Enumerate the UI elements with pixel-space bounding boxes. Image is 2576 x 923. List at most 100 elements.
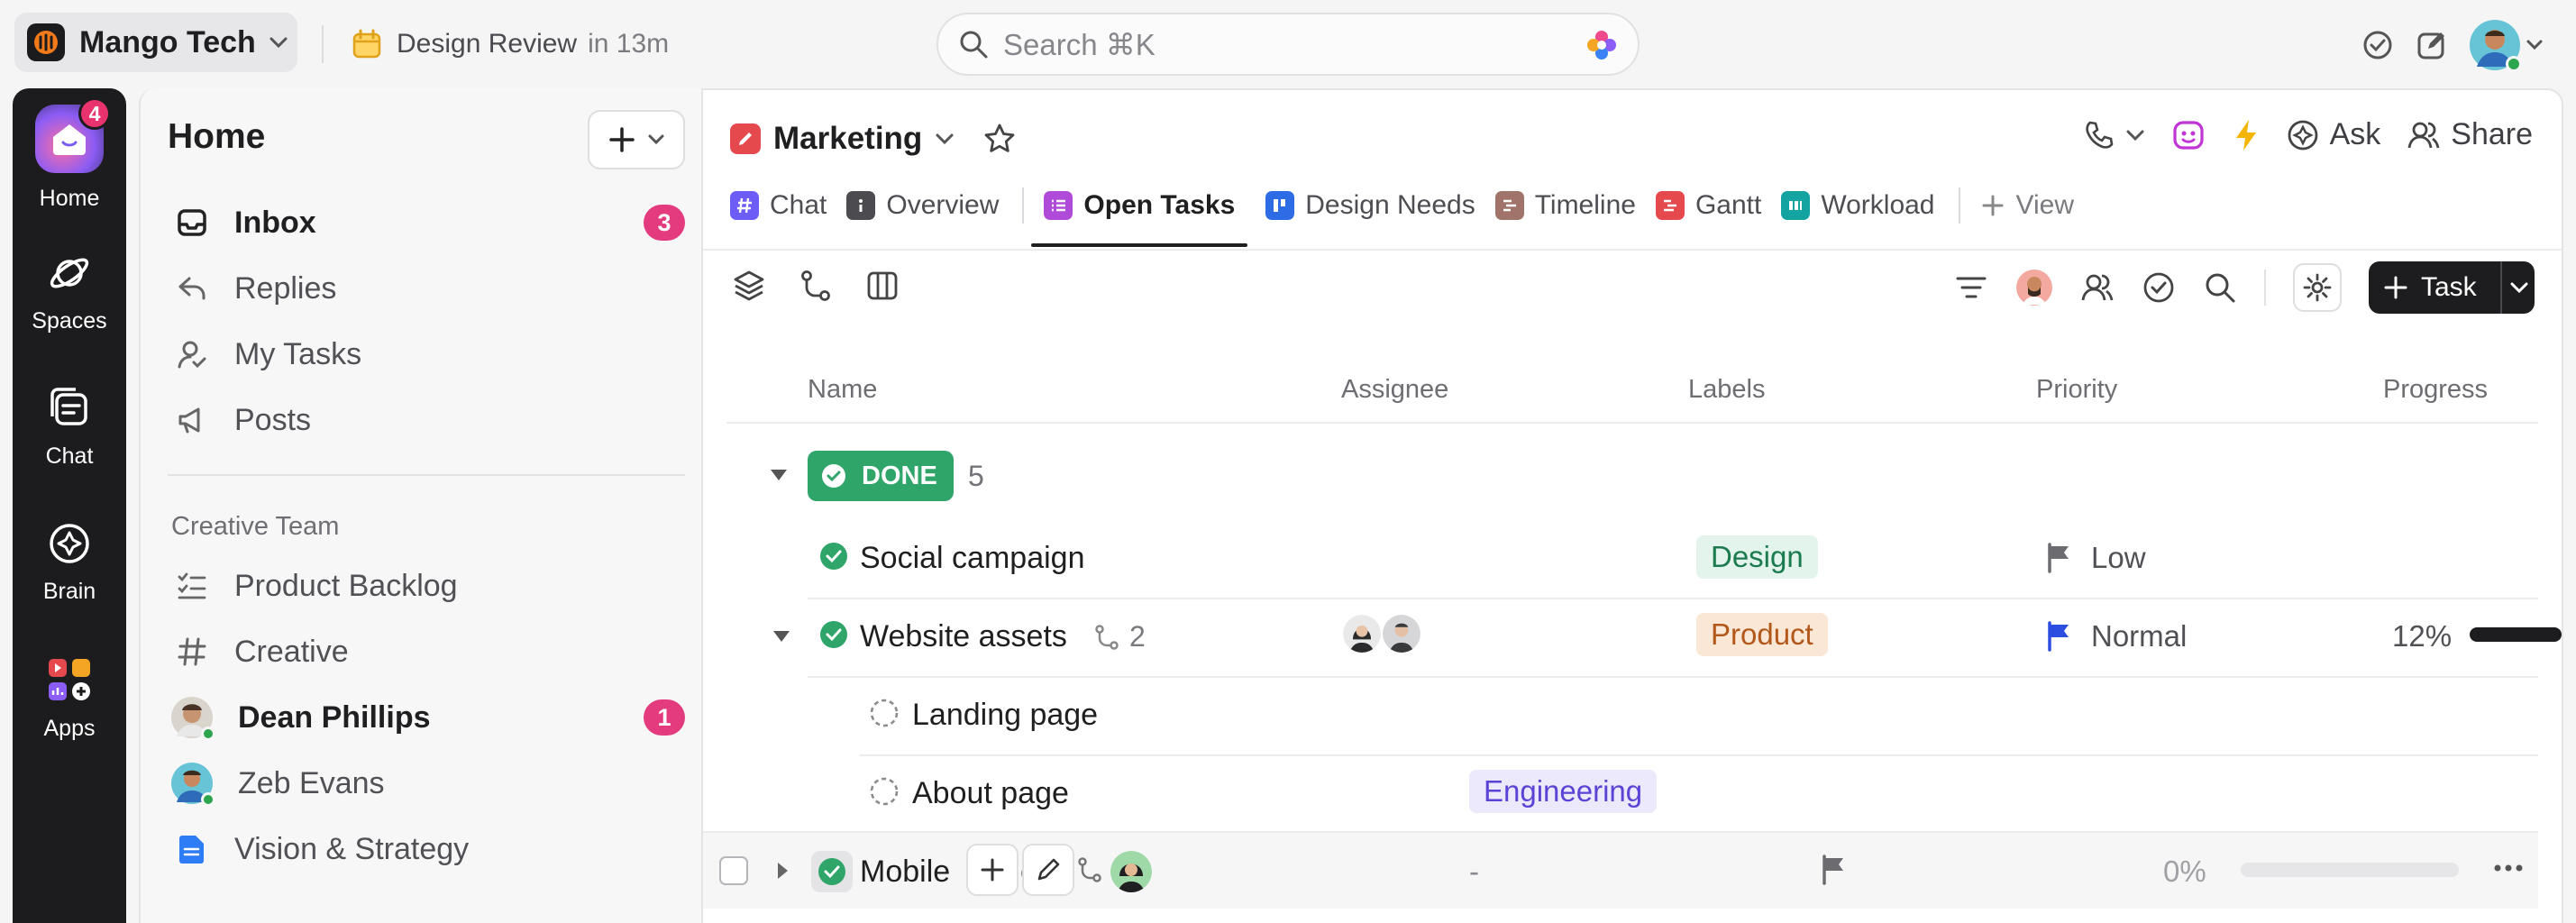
add-task-button[interactable]: Task	[2369, 261, 2535, 314]
task-name[interactable]: About page	[912, 776, 1069, 811]
tab-timeline[interactable]: Timeline	[1494, 180, 1636, 231]
column-header-progress[interactable]: Progress	[2383, 375, 2488, 405]
more-options-icon[interactable]	[2493, 864, 2524, 873]
sidebar-item-creative[interactable]: Creative	[175, 629, 685, 674]
sidebar-item-vision-strategy[interactable]: Vision & Strategy	[175, 827, 685, 872]
rail-brain[interactable]: Brain	[13, 521, 126, 605]
column-header-assignee[interactable]: Assignee	[1341, 375, 1448, 405]
compose-icon[interactable]	[2416, 29, 2448, 61]
tab-gantt[interactable]: Gantt	[1655, 180, 1761, 231]
chevron-down-icon[interactable]	[2509, 276, 2529, 299]
task-name[interactable]: Landing page	[912, 698, 1098, 733]
view-toolbar	[732, 269, 900, 303]
column-header-name[interactable]: Name	[808, 375, 877, 405]
ai-assistant-icon[interactable]	[2171, 118, 2206, 152]
add-view-button[interactable]: View	[1980, 180, 2074, 231]
user-avatar[interactable]	[2470, 20, 2522, 72]
label-tag[interactable]: Design	[1696, 535, 1818, 579]
task-name[interactable]: Website assets	[860, 619, 1067, 654]
column-header-priority[interactable]: Priority	[2036, 375, 2117, 405]
workspace-switcher[interactable]: Mango Tech	[14, 13, 297, 72]
check-circle-icon[interactable]	[2142, 270, 2176, 305]
calendar-icon	[352, 29, 381, 59]
status-todo-icon[interactable]	[869, 776, 900, 807]
task-check-icon[interactable]	[2361, 29, 2394, 61]
sidebar-item-inbox[interactable]: Inbox 3	[175, 200, 685, 245]
lightning-icon[interactable]	[2233, 118, 2260, 152]
call-button[interactable]	[2083, 119, 2144, 151]
tab-label: Workload	[1821, 190, 1935, 220]
expand-caret-icon[interactable]	[775, 861, 790, 881]
rail-apps[interactable]: Apps	[13, 656, 126, 742]
toolbar-divider	[2264, 270, 2266, 306]
sidebar-item-posts[interactable]: Posts	[175, 398, 685, 443]
sidebar-item-my-tasks[interactable]: My Tasks	[175, 332, 685, 377]
collapse-caret-icon[interactable]	[768, 467, 790, 483]
sidebar-item-product-backlog[interactable]: Product Backlog	[175, 563, 685, 608]
collapse-caret-icon[interactable]	[772, 629, 791, 644]
rail-spaces[interactable]: Spaces	[13, 251, 126, 334]
add-subtask-button[interactable]	[966, 844, 1019, 896]
hashtag-icon	[175, 635, 209, 669]
priority-field[interactable]: Normal	[2046, 619, 2187, 653]
search-icon[interactable]	[2203, 270, 2237, 305]
sidebar-item-replies[interactable]: Replies	[175, 266, 685, 311]
ask-button[interactable]: Ask	[2287, 117, 2381, 152]
new-item-button[interactable]	[588, 110, 685, 169]
settings-button[interactable]	[2293, 263, 2342, 312]
ai-sparkle-icon[interactable]	[1585, 29, 1618, 61]
subtask-count[interactable]: 2	[1093, 620, 1146, 653]
search-bar[interactable]: Search ⌘K	[936, 13, 1640, 76]
star-icon[interactable]	[983, 123, 1016, 155]
sidebar-item-dean-phillips[interactable]: Dean Phillips 1	[171, 695, 685, 741]
status-todo-icon[interactable]	[869, 698, 900, 728]
column-header-labels[interactable]: Labels	[1688, 375, 1765, 405]
assignee-filter-avatar[interactable]	[2015, 269, 2053, 306]
chevron-down-icon	[2126, 130, 2144, 141]
subtasks-icon[interactable]	[799, 269, 833, 303]
tab-open-tasks[interactable]: Open Tasks	[1031, 180, 1248, 247]
row-divider	[808, 676, 2538, 678]
task-name[interactable]: Social campaign	[860, 541, 1084, 576]
tab-design-needs[interactable]: Design Needs	[1265, 180, 1475, 231]
row-divider	[808, 598, 2538, 599]
filter-icon[interactable]	[1954, 270, 1988, 305]
rail-home[interactable]: 4 Home	[13, 97, 126, 212]
rename-button[interactable]	[1022, 844, 1074, 896]
plus-icon	[1982, 195, 2003, 216]
task-name[interactable]: Mobile	[860, 854, 950, 890]
priority-field[interactable]: Low	[2046, 541, 2146, 575]
upcoming-meeting[interactable]: Design Review in 13m	[352, 23, 669, 65]
tab-workload[interactable]: Workload	[1781, 180, 1935, 231]
chevron-down-icon[interactable]	[2526, 39, 2544, 51]
space-selector[interactable]: Marketing	[730, 121, 1016, 157]
tab-overview[interactable]: Overview	[846, 180, 999, 231]
home-icon: 4	[35, 97, 111, 173]
status-done-icon[interactable]	[818, 619, 849, 650]
label-tag[interactable]: Product	[1696, 613, 1828, 656]
sidebar-title: Home	[168, 117, 266, 156]
status-selector[interactable]	[811, 851, 853, 892]
tab-chat[interactable]: Chat	[730, 180, 827, 231]
check-circle-icon	[822, 464, 845, 488]
inbox-count-badge: 3	[644, 205, 685, 241]
avatar[interactable]	[1110, 851, 1152, 892]
progress-bar	[2470, 627, 2562, 642]
assignee-empty[interactable]: -	[1469, 854, 1479, 889]
tab-label: Timeline	[1534, 190, 1636, 220]
columns-icon[interactable]	[865, 269, 900, 303]
status-group-badge[interactable]: DONE	[808, 451, 954, 501]
tab-divider	[1022, 187, 1025, 224]
layers-icon[interactable]	[732, 269, 766, 303]
flag-icon[interactable]	[1821, 854, 1846, 885]
row-checkbox[interactable]	[719, 856, 748, 885]
rail-chat[interactable]: Chat	[13, 386, 126, 470]
ask-label: Ask	[2329, 117, 2381, 151]
pencil-icon	[1037, 858, 1060, 881]
label-tag[interactable]: Engineering	[1469, 770, 1658, 813]
sidebar-item-zeb-evans[interactable]: Zeb Evans	[171, 761, 685, 807]
subtasks-icon[interactable]	[1076, 856, 1103, 883]
people-icon[interactable]	[2080, 270, 2115, 305]
share-button[interactable]: Share	[2407, 117, 2533, 152]
status-done-icon[interactable]	[818, 541, 849, 571]
